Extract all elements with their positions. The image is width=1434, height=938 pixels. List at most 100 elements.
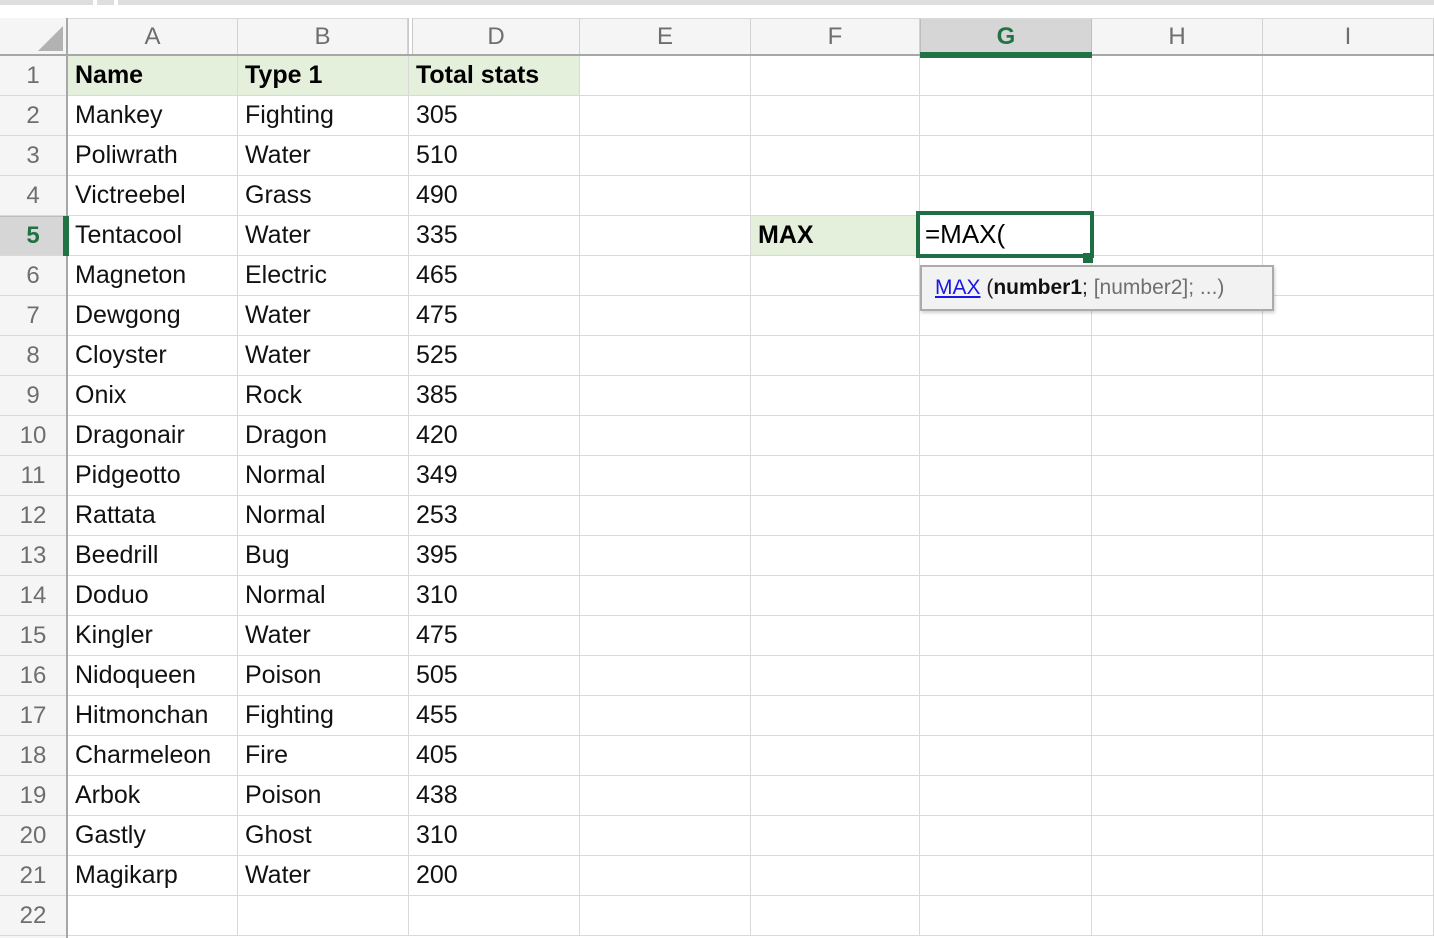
cell-F15[interactable] (751, 616, 920, 656)
row-header-18[interactable]: 18 (0, 736, 66, 776)
cell-G16[interactable] (920, 656, 1092, 696)
cell-D18[interactable]: 405 (409, 736, 580, 776)
cell-A12[interactable]: Rattata (68, 496, 238, 536)
cell-A14[interactable]: Doduo (68, 576, 238, 616)
row-header-9[interactable]: 9 (0, 376, 66, 416)
row-header-6[interactable]: 6 (0, 256, 66, 296)
cell-E7[interactable] (580, 296, 751, 336)
cell-B6[interactable]: Electric (238, 256, 409, 296)
cell-F8[interactable] (751, 336, 920, 376)
cell-G14[interactable] (920, 576, 1092, 616)
cell-B19[interactable]: Poison (238, 776, 409, 816)
cell-D9[interactable]: 385 (409, 376, 580, 416)
column-header-I[interactable]: I (1263, 19, 1434, 55)
cell-B22[interactable] (238, 896, 409, 936)
cell-H10[interactable] (1092, 416, 1263, 456)
cell-A3[interactable]: Poliwrath (68, 136, 238, 176)
row-header-17[interactable]: 17 (0, 696, 66, 736)
cell-F13[interactable] (751, 536, 920, 576)
cell-B17[interactable]: Fighting (238, 696, 409, 736)
cell-B3[interactable]: Water (238, 136, 409, 176)
cell-D7[interactable]: 475 (409, 296, 580, 336)
cell-I13[interactable] (1263, 536, 1434, 576)
cell-E12[interactable] (580, 496, 751, 536)
cell-A1[interactable]: Name (68, 56, 238, 96)
row-header-15[interactable]: 15 (0, 616, 66, 656)
cell-H2[interactable] (1092, 96, 1263, 136)
cell-E17[interactable] (580, 696, 751, 736)
cell-H5[interactable] (1092, 216, 1263, 256)
cell-D20[interactable]: 310 (409, 816, 580, 856)
column-header-E[interactable]: E (580, 19, 751, 55)
cell-F10[interactable] (751, 416, 920, 456)
cell-E9[interactable] (580, 376, 751, 416)
cell-A5[interactable]: Tentacool (68, 216, 238, 256)
cell-G4[interactable] (920, 176, 1092, 216)
cell-E22[interactable] (580, 896, 751, 936)
cell-F18[interactable] (751, 736, 920, 776)
cell-E16[interactable] (580, 656, 751, 696)
cell-H1[interactable] (1092, 56, 1263, 96)
cell-I12[interactable] (1263, 496, 1434, 536)
cell-B13[interactable]: Bug (238, 536, 409, 576)
cell-E18[interactable] (580, 736, 751, 776)
cell-H13[interactable] (1092, 536, 1263, 576)
row-header-5[interactable]: 5 (0, 216, 66, 256)
cell-G15[interactable] (920, 616, 1092, 656)
cell-G11[interactable] (920, 456, 1092, 496)
column-header-F[interactable]: F (751, 19, 920, 55)
cell-A17[interactable]: Hitmonchan (68, 696, 238, 736)
cell-A19[interactable]: Arbok (68, 776, 238, 816)
row-header-19[interactable]: 19 (0, 776, 66, 816)
cell-E19[interactable] (580, 776, 751, 816)
cell-A20[interactable]: Gastly (68, 816, 238, 856)
cell-H21[interactable] (1092, 856, 1263, 896)
row-header-14[interactable]: 14 (0, 576, 66, 616)
cell-D5[interactable]: 335 (409, 216, 580, 256)
cell-G22[interactable] (920, 896, 1092, 936)
cell-D13[interactable]: 395 (409, 536, 580, 576)
cell-E13[interactable] (580, 536, 751, 576)
cell-E5[interactable] (580, 216, 751, 256)
cell-F2[interactable] (751, 96, 920, 136)
cell-I22[interactable] (1263, 896, 1434, 936)
cell-I10[interactable] (1263, 416, 1434, 456)
cell-I8[interactable] (1263, 336, 1434, 376)
cell-G3[interactable] (920, 136, 1092, 176)
cell-H9[interactable] (1092, 376, 1263, 416)
row-header-4[interactable]: 4 (0, 176, 66, 216)
cell-D2[interactable]: 305 (409, 96, 580, 136)
cell-G1[interactable] (920, 56, 1092, 96)
cell-E21[interactable] (580, 856, 751, 896)
cell-D1[interactable]: Total stats (409, 56, 580, 96)
cell-H12[interactable] (1092, 496, 1263, 536)
cell-H19[interactable] (1092, 776, 1263, 816)
cell-D10[interactable]: 420 (409, 416, 580, 456)
cell-I20[interactable] (1263, 816, 1434, 856)
cell-A7[interactable]: Dewgong (68, 296, 238, 336)
row-header-16[interactable]: 16 (0, 656, 66, 696)
cell-I6[interactable] (1263, 256, 1434, 296)
cell-H8[interactable] (1092, 336, 1263, 376)
cell-G13[interactable] (920, 536, 1092, 576)
cell-H3[interactable] (1092, 136, 1263, 176)
cell-E20[interactable] (580, 816, 751, 856)
cell-E3[interactable] (580, 136, 751, 176)
cell-I7[interactable] (1263, 296, 1434, 336)
cell-H20[interactable] (1092, 816, 1263, 856)
cell-G17[interactable] (920, 696, 1092, 736)
function-help-link[interactable]: MAX (935, 276, 981, 300)
cell-F22[interactable] (751, 896, 920, 936)
cell-I17[interactable] (1263, 696, 1434, 736)
cell-D14[interactable]: 310 (409, 576, 580, 616)
cell-E1[interactable] (580, 56, 751, 96)
row-header-1[interactable]: 1 (0, 56, 66, 96)
cell-I11[interactable] (1263, 456, 1434, 496)
cell-B12[interactable]: Normal (238, 496, 409, 536)
cell-B11[interactable]: Normal (238, 456, 409, 496)
column-header-D[interactable]: D (413, 19, 580, 55)
cell-D17[interactable]: 455 (409, 696, 580, 736)
row-header-22[interactable]: 22 (0, 896, 66, 936)
cell-H18[interactable] (1092, 736, 1263, 776)
fill-handle[interactable] (1083, 253, 1093, 263)
